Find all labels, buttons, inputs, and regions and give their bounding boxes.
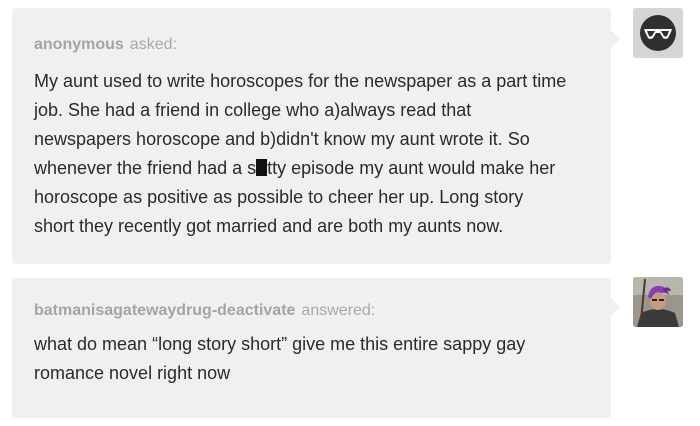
- question-line: job. She had a friend in college who a)a…: [34, 100, 472, 120]
- question-line: horoscope as positive as possible to che…: [34, 187, 524, 207]
- ask-bubble: anonymous asked: My aunt used to write ho…: [12, 8, 620, 264]
- ask-header: anonymous asked:: [34, 36, 177, 54]
- question-line: short they recently got married and are …: [34, 216, 504, 236]
- user-photo: [633, 277, 683, 327]
- asked-label: asked:: [129, 36, 177, 53]
- anonymous-avatar[interactable]: [633, 8, 683, 58]
- answer-line: what do mean “long story short” give me …: [34, 334, 526, 354]
- question-line-part: tty episode my aunt would make her: [267, 158, 556, 178]
- answer-bubble: batmanisagatewaydrug-deactivate answered:…: [12, 278, 620, 418]
- anonymous-sunglasses-icon: [633, 8, 683, 58]
- question-line: My aunt used to write horoscopes for the…: [34, 71, 567, 91]
- question-line: newspapers horoscope and b)didn't know m…: [34, 129, 530, 149]
- answer-text: what do mean “long story short” give me …: [34, 330, 599, 388]
- question-line: whenever the friend had a s tty episode m…: [34, 154, 599, 183]
- asker-username[interactable]: anonymous: [34, 36, 124, 53]
- censor-bar: [256, 159, 268, 176]
- answerer-username[interactable]: batmanisagatewaydrug-deactivate: [34, 302, 295, 319]
- question-line-part: whenever the friend had a s: [34, 158, 257, 178]
- answered-label: answered:: [301, 302, 376, 319]
- question-text: My aunt used to write horoscopes for the…: [34, 67, 599, 241]
- answer-header: batmanisagatewaydrug-deactivate answered:: [34, 302, 375, 320]
- answerer-avatar[interactable]: [633, 277, 683, 327]
- answer-line: romance novel right now: [34, 363, 231, 383]
